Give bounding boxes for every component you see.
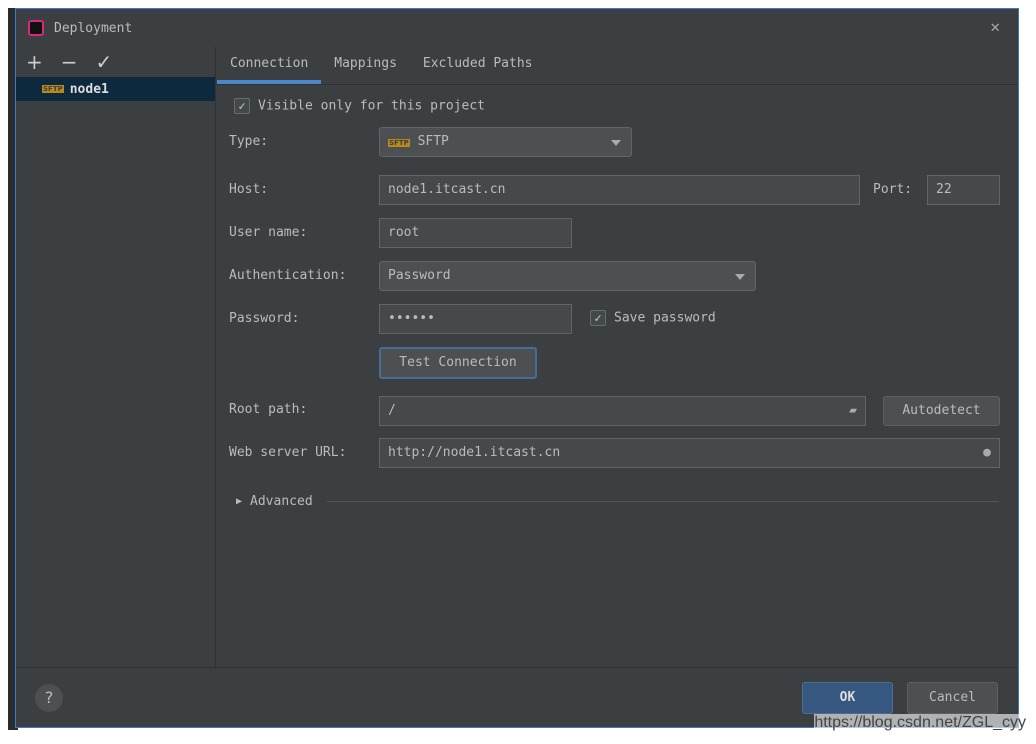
root-path-input[interactable]: / ▰ xyxy=(379,396,866,426)
root-path-value: / xyxy=(388,403,396,418)
title-bar: Deployment xyxy=(16,9,1018,47)
password-input[interactable]: •••••• xyxy=(379,304,572,334)
visible-only-checkbox[interactable]: ✓ Visible only for this project xyxy=(234,98,485,114)
server-name: node1 xyxy=(69,81,109,97)
auth-select[interactable]: Password xyxy=(379,261,756,291)
host-label: Host: xyxy=(229,182,269,197)
tab-connection[interactable]: Connection xyxy=(217,47,322,84)
chevron-down-icon xyxy=(735,274,745,280)
help-icon[interactable]: ? xyxy=(35,684,63,712)
deployment-dialog: Deployment ✕ + − ✓ SFTP node1 Connection… xyxy=(15,8,1019,728)
test-connection-button[interactable]: Test Connection xyxy=(379,347,537,379)
type-value: SFTP xyxy=(417,134,449,149)
checkbox-checked-icon: ✓ xyxy=(234,98,250,114)
auth-label: Authentication: xyxy=(229,268,347,283)
sftp-icon: SFTP xyxy=(42,85,64,93)
username-label: User name: xyxy=(229,225,308,240)
remove-icon[interactable]: − xyxy=(61,50,78,74)
tab-excluded-paths[interactable]: Excluded Paths xyxy=(410,47,546,84)
root-path-label: Root path: xyxy=(229,402,308,417)
server-toolbar: + − ✓ xyxy=(16,47,215,77)
tab-mappings[interactable]: Mappings xyxy=(321,47,410,84)
web-url-input[interactable]: http://node1.itcast.cn ● xyxy=(379,438,1000,468)
host-input[interactable]: node1.itcast.cn xyxy=(379,175,860,205)
add-icon[interactable]: + xyxy=(26,50,43,74)
port-label: Port: xyxy=(873,182,913,197)
globe-icon[interactable]: ● xyxy=(983,439,991,467)
sftp-icon: SFTP xyxy=(388,139,410,147)
visible-only-label: Visible only for this project xyxy=(258,98,485,114)
web-url-value: http://node1.itcast.cn xyxy=(388,445,561,460)
ok-button[interactable]: OK xyxy=(802,682,893,714)
checkbox-checked-icon: ✓ xyxy=(590,310,606,326)
chevron-down-icon xyxy=(611,140,621,146)
save-password-label: Save password xyxy=(614,310,716,326)
watermark: https://blog.csdn.net/ZGL_cyy xyxy=(814,714,1026,732)
password-label: Password: xyxy=(229,311,300,326)
set-default-icon[interactable]: ✓ xyxy=(96,50,113,74)
advanced-section[interactable]: ▶ Advanced xyxy=(236,494,999,509)
port-input[interactable]: 22 xyxy=(927,175,1000,205)
type-label: Type: xyxy=(229,134,269,149)
expand-arrow-icon: ▶ xyxy=(236,496,243,507)
save-password-checkbox[interactable]: ✓ Save password xyxy=(590,310,716,326)
auth-value: Password xyxy=(388,268,451,283)
tab-bar: Connection Mappings Excluded Paths xyxy=(217,47,1018,85)
close-icon[interactable]: ✕ xyxy=(990,17,1000,36)
folder-icon[interactable]: ▰ xyxy=(849,397,857,425)
autodetect-button[interactable]: Autodetect xyxy=(883,396,1000,426)
web-url-label: Web server URL: xyxy=(229,445,347,460)
type-select[interactable]: SFTP SFTP xyxy=(379,127,632,157)
divider xyxy=(326,501,999,502)
username-input[interactable]: root xyxy=(379,218,572,248)
dialog-title: Deployment xyxy=(54,20,133,36)
cancel-button[interactable]: Cancel xyxy=(907,682,998,714)
app-logo-icon xyxy=(28,20,44,36)
advanced-label: Advanced xyxy=(250,494,313,509)
server-list-panel: + − ✓ SFTP node1 xyxy=(16,47,216,667)
server-item-node1[interactable]: SFTP node1 xyxy=(16,77,215,101)
